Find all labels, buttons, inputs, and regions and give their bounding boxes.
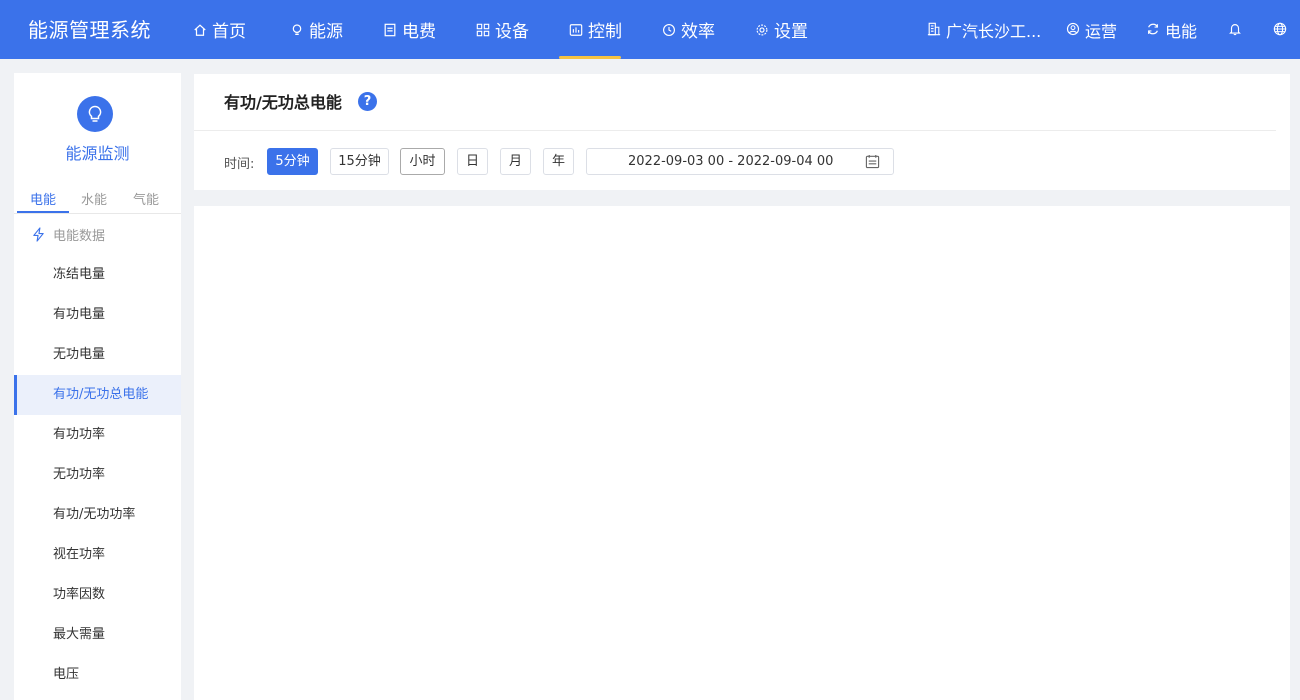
refresh-icon <box>1146 22 1161 37</box>
tab-underline <box>17 211 69 213</box>
nav-item-bill[interactable]: 电费 <box>383 0 436 59</box>
tab-gas[interactable]: 气能 <box>133 189 159 208</box>
sidebar-item-active-reactive-power[interactable]: 有功/无功功率 <box>14 495 181 535</box>
time-button-hour[interactable]: 小时 <box>400 148 445 175</box>
sidebar-item-power-factor[interactable]: 功率因数 <box>14 575 181 615</box>
app-title: 能源管理系统 <box>28 18 151 42</box>
nav-item-control[interactable]: 控制 <box>569 0 622 59</box>
sidebar-item-voltage[interactable]: 电压 <box>14 655 181 695</box>
energy-type-tabs: 电能 水能 气能 <box>14 185 181 214</box>
nav-label-settings: 设置 <box>774 22 808 42</box>
site-selector[interactable]: 广汽长沙工... <box>927 0 1041 59</box>
time-label: 时间: <box>224 157 255 172</box>
energy-switch-label: 电能 <box>1165 21 1198 41</box>
chart-area <box>194 206 1290 700</box>
sidebar-item-reactive-energy[interactable]: 无功电量 <box>14 335 181 375</box>
chart-icon <box>569 23 583 37</box>
sidebar-item-apparent-power[interactable]: 视在功率 <box>14 535 181 575</box>
home-icon <box>193 23 207 37</box>
clock-icon <box>662 23 676 37</box>
sidebar-item-active-energy[interactable]: 有功电量 <box>14 295 181 335</box>
help-icon[interactable]: ? <box>358 92 377 111</box>
bulb-icon <box>77 96 113 132</box>
nav-active-indicator <box>559 56 621 59</box>
date-range-value: 2022-09-03 00 - 2022-09-04 00 <box>628 154 834 169</box>
time-button-year[interactable]: 年 <box>543 148 574 175</box>
nav-item-device[interactable]: 设备 <box>476 0 529 59</box>
date-range-picker[interactable]: 2022-09-03 00 - 2022-09-04 00 <box>586 148 894 175</box>
nav-item-efficiency[interactable]: 效率 <box>662 0 715 59</box>
notification-button[interactable] <box>1228 0 1243 59</box>
nav-label-home: 首页 <box>212 22 246 42</box>
sidebar-group-label: 电能数据 <box>53 229 106 244</box>
filter-panel: 有功/无功总电能 ? 时间: 5分钟 15分钟 小时 日 月 年 2022-09… <box>194 74 1290 190</box>
sidebar-item-total-energy[interactable]: 有功/无功总电能 <box>14 375 181 415</box>
calendar-icon <box>865 154 880 169</box>
nav-item-home[interactable]: 首页 <box>193 0 246 59</box>
time-button-15min[interactable]: 15分钟 <box>330 148 389 175</box>
time-button-day[interactable]: 日 <box>457 148 488 175</box>
bulb-icon <box>290 23 304 37</box>
grid-icon <box>476 23 490 37</box>
nav-item-settings[interactable]: 设置 <box>755 0 808 59</box>
language-button[interactable] <box>1273 0 1288 59</box>
bill-icon <box>383 23 397 37</box>
tab-electric[interactable]: 电能 <box>30 189 56 208</box>
nav-label-bill: 电费 <box>402 22 436 42</box>
time-button-month[interactable]: 月 <box>500 148 531 175</box>
nav-label-control: 控制 <box>588 22 622 42</box>
lightning-icon <box>31 227 46 242</box>
globe-icon <box>1273 22 1288 37</box>
site-label: 广汽长沙工... <box>946 21 1042 41</box>
nav-item-energy[interactable]: 能源 <box>290 0 343 59</box>
nav-label-device: 设备 <box>495 22 529 42</box>
nav-label-efficiency: 效率 <box>681 22 715 42</box>
page-title: 有功/无功总电能 <box>224 93 342 112</box>
sidebar-item-frozen-energy[interactable]: 冻结电量 <box>14 255 181 295</box>
nav-label-energy: 能源 <box>309 22 343 42</box>
sidebar-title: 能源监测 <box>65 144 130 163</box>
divider <box>194 130 1276 131</box>
sidebar-item-reactive-power[interactable]: 无功功率 <box>14 455 181 495</box>
role-label: 运营 <box>1085 21 1118 41</box>
building-icon <box>927 22 942 37</box>
user-icon <box>1066 22 1081 37</box>
sidebar: 能源监测 电能 水能 气能 电能数据 冻结电量 有功电量 无功电量 有功/无功总… <box>14 73 181 700</box>
role-selector[interactable]: 运营 <box>1066 0 1117 59</box>
sidebar-group-electric-data[interactable]: 电能数据 <box>31 225 105 244</box>
energy-switch[interactable]: 电能 <box>1146 0 1197 59</box>
sidebar-item-max-demand[interactable]: 最大需量 <box>14 615 181 655</box>
tab-water[interactable]: 水能 <box>81 189 107 208</box>
time-button-5min[interactable]: 5分钟 <box>267 148 318 175</box>
sidebar-item-active-power[interactable]: 有功功率 <box>14 415 181 455</box>
bell-icon <box>1228 22 1243 37</box>
top-nav-bar: 能源管理系统 首页 能源 电费 设备 控制 效率 设置 广汽长沙工... 运营 … <box>0 0 1300 59</box>
gear-icon <box>755 23 769 37</box>
